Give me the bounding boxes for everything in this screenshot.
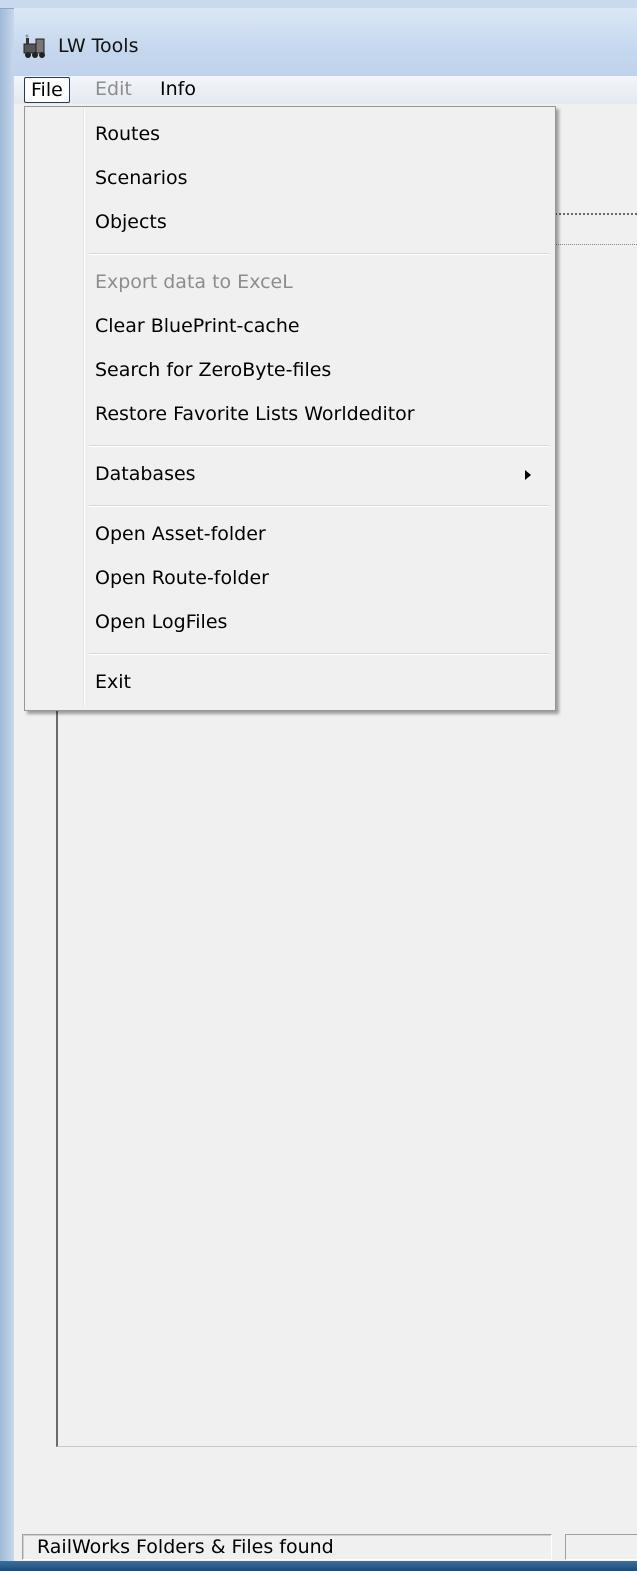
menu-item-label: Databases xyxy=(95,463,196,485)
menu-item-label: Search for ZeroByte-files xyxy=(95,359,332,381)
status-bar: RailWorks Folders & Files found xyxy=(14,1530,637,1561)
steam-locomotive-icon[interactable] xyxy=(22,34,48,60)
menu-item-label: Open LogFiles xyxy=(95,611,228,633)
status-panel-secondary xyxy=(565,1534,637,1560)
menu-item-routes[interactable]: Routes xyxy=(27,115,551,155)
menu-separator xyxy=(89,505,549,507)
menu-item-clear-blueprint-cache[interactable]: Clear BluePrint-cache xyxy=(27,307,551,347)
menu-item-restore-favorites[interactable]: Restore Favorite Lists Worldeditor xyxy=(27,395,551,435)
menu-item-search-zerobyte[interactable]: Search for ZeroByte-files xyxy=(27,351,551,391)
menu-item-open-logfiles[interactable]: Open LogFiles xyxy=(27,603,551,643)
menu-item-open-asset-folder[interactable]: Open Asset-folder xyxy=(27,515,551,555)
menu-item-label: Scenarios xyxy=(95,167,188,189)
menu-bar: File Edit Info xyxy=(14,76,637,104)
menu-item-label: Restore Favorite Lists Worldeditor xyxy=(95,403,415,425)
menu-item-label: Objects xyxy=(95,211,167,233)
menu-item-label: Open Route-folder xyxy=(95,567,269,589)
window-left-frame xyxy=(0,0,15,1571)
menu-item-open-route-folder[interactable]: Open Route-folder xyxy=(27,559,551,599)
menu-item-exit[interactable]: Exit xyxy=(27,663,551,703)
menu-item-label: Routes xyxy=(95,123,161,145)
menu-item-label: Exit xyxy=(95,671,131,693)
menu-item-label: Export data to ExceL xyxy=(95,271,293,293)
menu-item-scenarios[interactable]: Scenarios xyxy=(27,159,551,199)
menu-item-export-excel[interactable]: Export data to ExceL xyxy=(27,263,551,303)
menu-item-databases[interactable]: Databases xyxy=(27,455,551,495)
menu-item-label: Clear BluePrint-cache xyxy=(95,315,300,337)
menu-separator xyxy=(89,253,549,255)
menu-separator xyxy=(89,653,549,655)
taskbar-edge xyxy=(0,1561,637,1571)
menu-item-objects[interactable]: Objects xyxy=(27,203,551,243)
menu-item-label: Open Asset-folder xyxy=(95,523,266,545)
status-text: RailWorks Folders & Files found xyxy=(37,1536,334,1558)
window-title: LW Tools xyxy=(58,35,139,57)
menu-separator xyxy=(89,445,549,447)
chevron-right-icon xyxy=(525,470,531,480)
status-panel-main: RailWorks Folders & Files found xyxy=(22,1534,552,1560)
menu-edit[interactable]: Edit xyxy=(89,77,138,101)
file-dropdown-menu: Routes Scenarios Objects Export data to … xyxy=(24,106,556,711)
menu-info[interactable]: Info xyxy=(154,77,202,101)
menu-file[interactable]: File xyxy=(24,77,70,103)
